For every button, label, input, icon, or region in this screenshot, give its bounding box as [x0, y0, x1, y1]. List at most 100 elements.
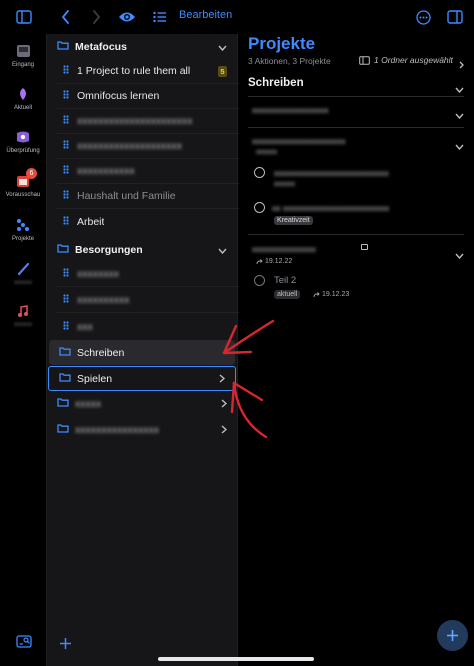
rail-item-projects[interactable]: Projekte: [0, 216, 46, 242]
tag-current[interactable]: aktuell: [274, 290, 301, 299]
folder-icon: [57, 397, 69, 410]
page-subtitle: 3 Aktionen, 3 Projekte: [248, 56, 331, 66]
due-count-badge: 5: [218, 66, 227, 77]
perspective-rail: Eingang Aktuell Überprüfung 6 Vorausscha…: [0, 34, 46, 666]
arrow-icon: [256, 258, 263, 264]
project-dots-icon: [63, 190, 69, 202]
folder-icon: [57, 423, 69, 436]
rail-item-custom-2[interactable]: xxxxxx: [0, 302, 46, 328]
project-date-text: 19.12.22: [265, 258, 293, 265]
project-dots-icon: [63, 320, 69, 333]
rail-item-inbox[interactable]: Eingang: [0, 42, 46, 68]
sidebar-project-blurred[interactable]: xxxxxxxxxxxxxxxxxxxxxx: [57, 109, 239, 134]
sidebar-project-omnifocus[interactable]: Omnifocus lernen: [57, 84, 239, 109]
back-icon[interactable]: [57, 6, 73, 28]
project-dots-icon: [63, 140, 69, 152]
folder-label: Besorgungen: [75, 243, 143, 256]
rail-item-custom-1[interactable]: xxxxxx: [0, 260, 46, 286]
project-label-blurred: xxxxxxxxxxxxxxxxxxxx: [77, 140, 182, 152]
sidebar-toggle-icon[interactable]: [14, 6, 34, 28]
tag-creative[interactable]: Kreativzeit: [274, 216, 313, 225]
sidebar-project-household[interactable]: Haushalt und Familie: [57, 184, 239, 209]
sidebar-project-blurred[interactable]: xxxxxxxx: [57, 262, 239, 287]
forward-icon[interactable]: [88, 6, 104, 28]
projects-content: Projekte 3 Aktionen, 3 Projekte 1 Ordner…: [238, 34, 474, 666]
calendar-icon: 6: [0, 168, 46, 190]
chevron-right-icon[interactable]: [459, 56, 464, 74]
project-label: Arbeit: [77, 215, 105, 228]
home-indicator: [158, 657, 314, 661]
project-label-blurred: xxx: [77, 320, 93, 333]
folder-blurred[interactable]: xxxxx: [47, 391, 237, 416]
sidebar-project-blurred[interactable]: xxxxxxxxxx: [57, 288, 239, 313]
plus-icon: [60, 638, 71, 649]
folder-label-blurred: xxxxx: [75, 397, 102, 410]
chevron-right-icon[interactable]: [221, 425, 228, 437]
task-title-blurred: xxxxxxxxxxxxxxxxxxxxxxxxxxx: [274, 168, 389, 178]
sidebar-project-work[interactable]: Arbeit: [57, 209, 239, 234]
perspective-settings-icon[interactable]: [16, 634, 32, 653]
chevron-right-icon[interactable]: [219, 374, 226, 386]
task-title-blurred: xx xxxxxxxxxxxxxxxxxxxxxxxxx: [272, 203, 390, 213]
rail-label: Vorausschau: [5, 192, 41, 198]
chevron-down-icon[interactable]: [218, 245, 227, 257]
folder-playing[interactable]: Spielen: [48, 366, 236, 391]
project-title-blurred: xxxxxxxxxxxxxxx: [252, 244, 316, 254]
project-label-blurred: xxxxxxxxxxx: [77, 165, 135, 177]
music-note-icon: [0, 302, 46, 320]
flag-icon: [0, 85, 46, 103]
folder-icon: [57, 243, 69, 256]
edit-button[interactable]: Bearbeiten: [179, 9, 232, 21]
add-action-button[interactable]: [437, 620, 468, 651]
chevron-down-icon[interactable]: [218, 42, 227, 54]
project-label: Omnifocus lernen: [77, 90, 160, 102]
review-icon: [0, 128, 46, 146]
chevron-down-icon[interactable]: [455, 106, 464, 124]
sidebar-project-blurred[interactable]: xxxxxxxxxxxxxxxxxxxx: [57, 134, 239, 159]
folder-blurred[interactable]: xxxxxxxxxxxxxxxx: [47, 417, 237, 442]
plus-icon: [447, 630, 458, 641]
rail-label: Projekte: [11, 236, 34, 242]
project-label-blurred: xxxxxxxxxx: [77, 294, 130, 306]
rail-item-current[interactable]: Aktuell: [0, 85, 46, 111]
task-checkbox[interactable]: [254, 202, 265, 213]
folder-metafocus[interactable]: Metafocus: [47, 34, 237, 59]
project-note-blurred: xxxxxx: [256, 149, 277, 156]
project-dots-icon: [63, 165, 69, 177]
eye-icon[interactable]: [117, 6, 137, 28]
rail-item-review[interactable]: Überprüfung: [0, 128, 46, 154]
chevron-down-icon[interactable]: [455, 246, 464, 264]
project-label-blurred: xxxxxxxxxxxxxxxxxxxxxx: [77, 115, 193, 127]
divider: [248, 96, 464, 97]
project-sidebar: Metafocus 1 Project to rule them all 5 O…: [46, 34, 239, 666]
project-dots-icon: [63, 268, 69, 280]
sidebar-project-rule-them-all[interactable]: 1 Project to rule them all 5: [57, 59, 239, 84]
pencil-icon: [0, 260, 46, 278]
add-folder-button[interactable]: [59, 637, 72, 655]
task-checkbox[interactable]: [254, 167, 265, 178]
divider: [248, 127, 464, 128]
folder-filter[interactable]: 1 Ordner ausgewählt: [359, 55, 453, 65]
note-icon: [361, 244, 368, 250]
project-dots-icon: [63, 215, 69, 228]
more-icon[interactable]: [414, 6, 432, 28]
sidebar-project-blurred[interactable]: xxxxxxxxxxx: [57, 159, 239, 184]
task-checkbox[interactable]: [254, 275, 265, 286]
sidebar-project-blurred[interactable]: xxx: [57, 314, 239, 339]
folder-label: Metafocus: [75, 40, 127, 53]
chevron-right-icon[interactable]: [221, 399, 228, 411]
rail-item-forecast[interactable]: 6 Vorausschau: [0, 168, 46, 198]
list-icon[interactable]: [152, 6, 168, 28]
project-dots-icon: [63, 294, 69, 306]
arrow-icon: [313, 291, 320, 297]
chevron-down-icon[interactable]: [455, 137, 464, 155]
inspector-icon[interactable]: [446, 6, 464, 28]
sidebar-panel-icon: [359, 55, 370, 65]
project-label-blurred: xxxxxxxx: [77, 268, 119, 280]
folder-icon: [59, 346, 71, 359]
folder-writing[interactable]: Schreiben: [49, 340, 235, 365]
folder-errands[interactable]: Besorgungen: [47, 237, 237, 262]
project-title-blurred: xxxxxxxxxxxxxxxxxx: [252, 105, 329, 115]
task-date: 19.12.23: [313, 291, 349, 298]
filter-label: 1 Ordner ausgewählt: [374, 55, 453, 65]
